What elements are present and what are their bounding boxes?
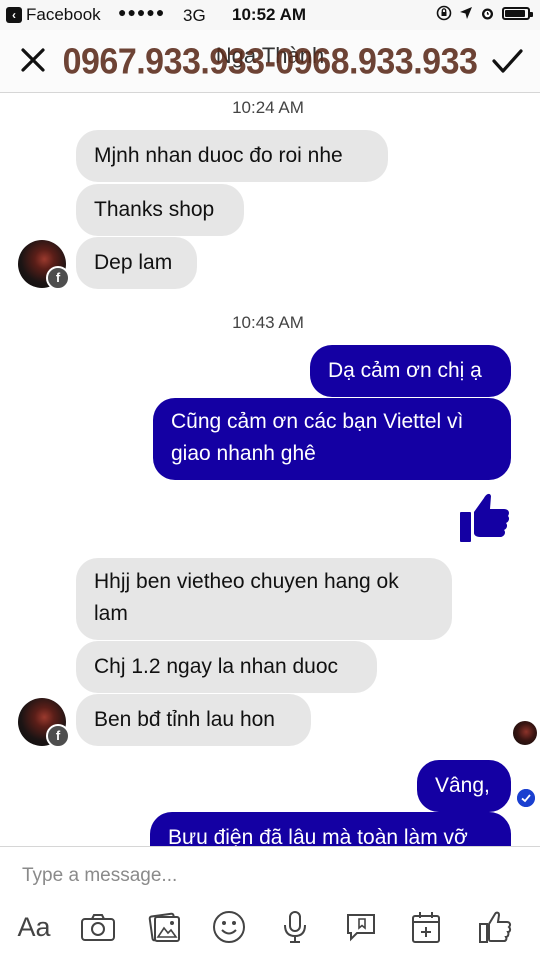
- sticker-button[interactable]: [209, 905, 249, 949]
- timestamp: 10:43 AM: [232, 313, 304, 332]
- alarm-icon: [482, 8, 493, 19]
- timestamp: 10:24 AM: [232, 98, 304, 117]
- delivered-check-icon: [517, 789, 535, 807]
- rotation-lock-icon: [436, 5, 452, 21]
- photo-gallery-icon: [148, 912, 180, 942]
- battery-icon: [502, 6, 533, 20]
- text-format-button[interactable]: Aa: [14, 905, 54, 949]
- conversation-header: Nga Thành 0967.933.933-0968.933.933: [0, 30, 540, 93]
- incoming-message[interactable]: Chj 1.2 ngay la nhan duoc: [76, 641, 377, 693]
- back-chevron-icon: ‹: [6, 7, 22, 23]
- incoming-message[interactable]: Mjnh nhan duoc đo roi nhe: [76, 130, 388, 182]
- microphone-icon: [284, 911, 306, 943]
- like-button[interactable]: [475, 905, 515, 949]
- gallery-button[interactable]: [144, 905, 184, 949]
- like-thumb-icon[interactable]: [458, 490, 510, 544]
- smiley-icon: [213, 911, 245, 943]
- composer: Type a message... Aa: [0, 846, 540, 961]
- composer-toolbar: Aa: [0, 905, 540, 957]
- checkmark-icon[interactable]: [490, 44, 524, 78]
- status-time: 10:52 AM: [232, 5, 307, 24]
- location-icon: [460, 7, 472, 19]
- avatar[interactable]: f: [18, 698, 70, 748]
- outgoing-message[interactable]: Cũng cảm ơn các bạn Viettel vì giao nhan…: [153, 398, 511, 480]
- message-input[interactable]: Type a message...: [22, 865, 177, 887]
- incoming-message[interactable]: Dep lam: [76, 237, 197, 289]
- voice-button[interactable]: [275, 905, 315, 949]
- incoming-message[interactable]: Thanks shop: [76, 184, 244, 236]
- facebook-badge-icon: f: [46, 724, 70, 748]
- chat-bookmark-icon: [347, 914, 375, 942]
- phone-watermark: 0967.933.933-0968.933.933: [62, 42, 478, 82]
- back-to-app[interactable]: ‹ Facebook: [6, 5, 101, 25]
- plan-button[interactable]: [406, 905, 446, 949]
- camera-button[interactable]: [78, 905, 118, 949]
- seen-avatar: [513, 721, 537, 745]
- outgoing-message[interactable]: Vâng,: [417, 760, 511, 812]
- camera-icon: [81, 914, 115, 941]
- status-bar: ‹ Facebook ●●●●● 3G 10:52 AM: [0, 0, 540, 30]
- incoming-message[interactable]: Ben bđ tỉnh lau hon: [76, 694, 311, 746]
- gif-button[interactable]: [341, 905, 381, 949]
- thumbs-up-icon: [479, 911, 512, 943]
- avatar[interactable]: f: [18, 240, 70, 290]
- incoming-message[interactable]: Hhjj ben vietheo chuyen hang ok lam: [76, 558, 452, 640]
- back-app-label: Facebook: [26, 5, 101, 24]
- calendar-add-icon: [412, 912, 440, 943]
- facebook-badge-icon: f: [46, 266, 70, 290]
- outgoing-message[interactable]: Dạ cảm ơn chị ạ: [310, 345, 511, 397]
- network-type: 3G: [183, 6, 206, 25]
- signal-strength: ●●●●●: [118, 4, 166, 20]
